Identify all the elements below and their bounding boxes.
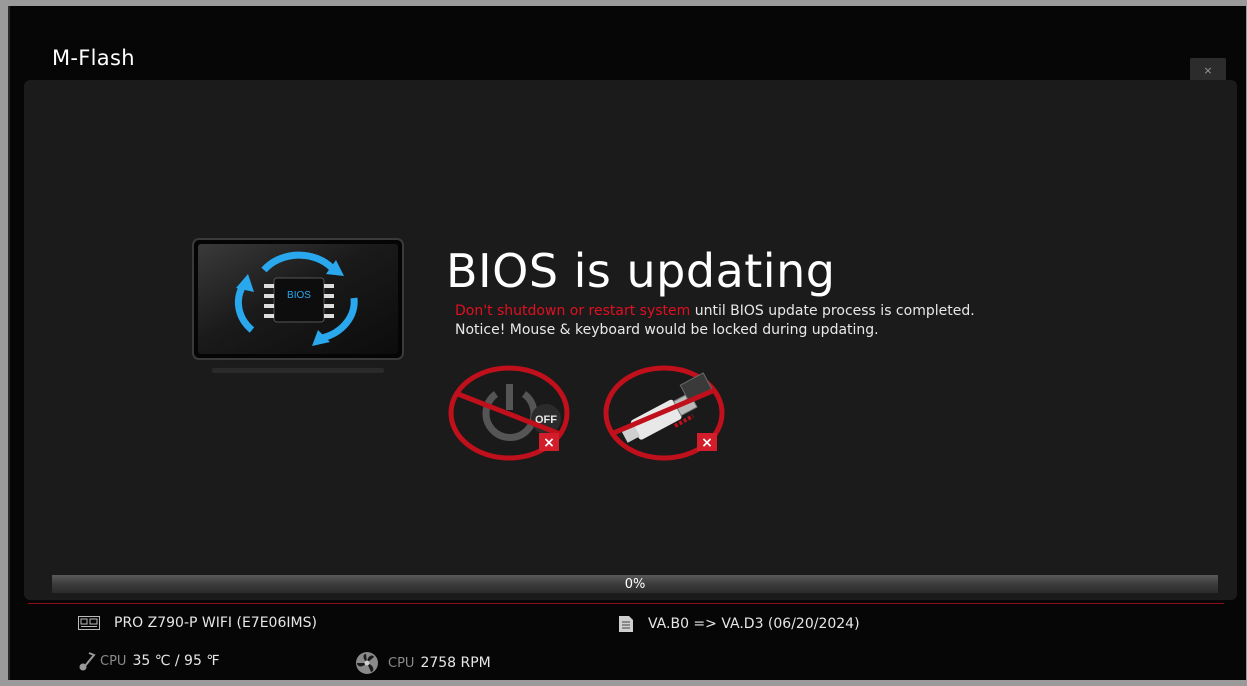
cpu-fan-speed: 2758 RPM (420, 655, 491, 671)
fan-icon (356, 652, 378, 674)
status-divider (28, 603, 1224, 604)
bios-chip-label: BIOS (287, 290, 311, 301)
bios-chip-icon: BIOS (264, 277, 334, 323)
cpu-temperature-value: 35 ℃ / 95 ℉ (132, 653, 220, 669)
close-button[interactable]: × (1190, 58, 1226, 82)
bios-updating-headline: BIOS is updating (446, 244, 836, 298)
usb-x-label: × (701, 435, 713, 451)
board-model: PRO Z790-P WIFI (E7E06IMS) (114, 615, 317, 631)
notice-message: Notice! Mouse & keyboard would be locked… (455, 322, 879, 338)
bios-version-text: VA.B0 => VA.D3 (06/20/2024) (648, 616, 860, 632)
cpu-temperature-info: CPU 35 ℃ / 95 ℉ (78, 651, 220, 671)
window-title: M-Flash (52, 46, 135, 70)
cpu-fan-tag: CPU (388, 655, 415, 671)
motherboard-icon (78, 616, 100, 630)
progress-label: 0% (624, 576, 646, 592)
cpu-temp-tag: CPU (100, 653, 127, 669)
bios-file-icon (619, 616, 633, 632)
bios-version-info: VA.B0 => VA.D3 (06/20/2024) (618, 615, 860, 633)
usb-unplug-icon: × (603, 365, 725, 461)
warning-message: Don't shutdown or restart system until B… (455, 303, 975, 319)
power-x-label: × (543, 435, 555, 451)
update-progress-bar: 0% (52, 575, 1218, 593)
bios-monitor-illustration: BIOS (192, 238, 404, 373)
thermometer-icon (79, 652, 96, 671)
cpu-fan-info: CPU 2758 RPM (352, 651, 491, 675)
board-info: PRO Z790-P WIFI (E7E06IMS) (78, 615, 317, 631)
power-off-icon: OFF × (448, 365, 570, 461)
warning-rest-text: until BIOS update process is completed. (690, 303, 975, 319)
warning-red-text: Don't shutdown or restart system (455, 303, 691, 319)
